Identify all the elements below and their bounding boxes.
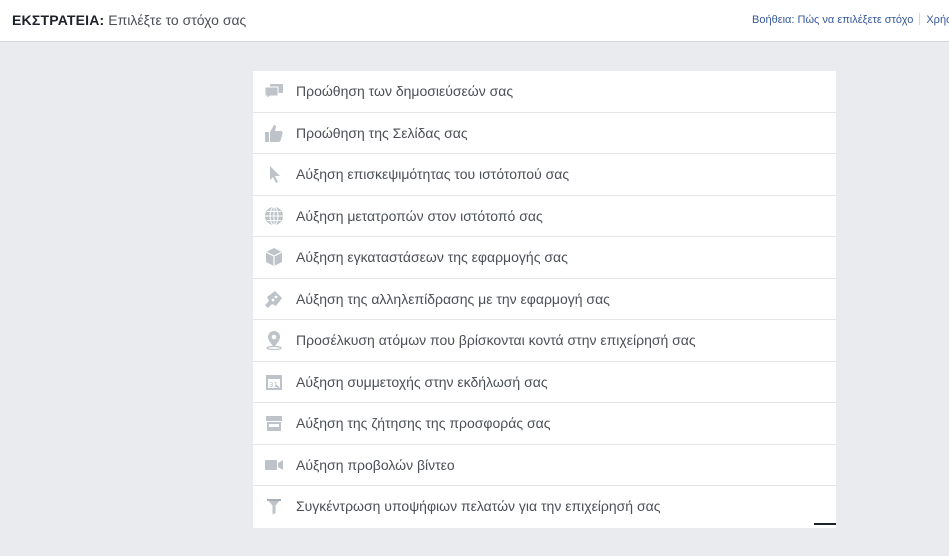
- top-links: Βοήθεια: Πώς να επιλέξετε στόχο Χρήσ: [752, 13, 949, 26]
- objective-label: Συγκέντρωση υποψήφιων πελατών για την επ…: [296, 498, 661, 514]
- funnel-icon: [264, 496, 284, 516]
- objective-label: Προώθηση της Σελίδας σας: [296, 124, 468, 141]
- thumbs-up-icon: [264, 123, 284, 143]
- objective-boost-posts[interactable]: Προώθηση των δημοσιεύσεών σας: [253, 71, 836, 113]
- objective-event-responses[interactable]: 31 Αύξηση συμμετοχής στην εκδήλωσή σας: [253, 362, 836, 403]
- objective-label: Αύξηση μετατροπών στον ιστότοπό σας: [296, 207, 543, 224]
- objective-lead-generation[interactable]: Συγκέντρωση υποψήφιων πελατών για την επ…: [253, 486, 836, 528]
- user-link[interactable]: Χρήσ: [926, 14, 949, 26]
- objective-video-views[interactable]: Αύξηση προβολών βίντεο: [253, 445, 836, 486]
- location-pin-icon: [264, 330, 284, 350]
- objective-subtitle: Επιλέξτε το στόχο σας: [108, 12, 247, 28]
- objective-app-engagement[interactable]: Αύξηση της αλληλεπίδρασης με την εφαρμογ…: [253, 279, 836, 320]
- objective-local-awareness[interactable]: Προσέλκυση ατόμων που βρίσκονται κοντά σ…: [253, 320, 836, 362]
- objective-app-installs[interactable]: Αύξηση εγκαταστάσεων της εφαρμογής σας: [253, 237, 836, 279]
- storefront-icon: [264, 413, 284, 433]
- help-link[interactable]: Βοήθεια: Πώς να επιλέξετε στόχο: [752, 14, 913, 26]
- objective-list: Προώθηση των δημοσιεύσεών σας Προώθηση τ…: [253, 71, 836, 528]
- objective-label: Αύξηση συμμετοχής στην εκδήλωσή σας: [296, 373, 548, 390]
- objective-label: Αύξηση της ζήτησης της προσφοράς σας: [296, 415, 551, 431]
- calendar-icon: 31: [264, 372, 284, 392]
- campaign-label: ΕΚΣΤΡΑΤΕΙΑ:: [12, 12, 105, 28]
- objective-promote-page[interactable]: Προώθηση της Σελίδας σας: [253, 113, 836, 154]
- scroll-indicator: [814, 523, 836, 525]
- video-camera-icon: [264, 455, 284, 475]
- page-title: ΕΚΣΤΡΑΤΕΙΑ: Επιλέξτε το στόχο σας: [12, 12, 246, 28]
- objective-label: Προσέλκυση ατόμων που βρίσκονται κοντά σ…: [296, 332, 696, 348]
- gamepad-icon: [264, 289, 284, 309]
- objective-website-conversions[interactable]: Αύξηση μετατροπών στον ιστότοπό σας: [253, 196, 836, 237]
- chat-bubbles-icon: [264, 81, 284, 101]
- objective-label: Αύξηση της αλληλεπίδρασης με την εφαρμογ…: [296, 290, 610, 307]
- objective-label: Αύξηση εγκαταστάσεων της εφαρμογής σας: [296, 249, 568, 265]
- cube-icon: [264, 247, 284, 267]
- top-bar: ΕΚΣΤΡΑΤΕΙΑ: Επιλέξτε το στόχο σας Βοήθει…: [0, 0, 949, 42]
- objective-label: Προώθηση των δημοσιεύσεών σας: [296, 83, 514, 99]
- cursor-icon: [264, 164, 284, 184]
- globe-icon: [264, 206, 284, 226]
- objective-offer-claims[interactable]: Αύξηση της ζήτησης της προσφοράς σας: [253, 403, 836, 445]
- objective-label: Αύξηση επισκεψιμότητας του ιστότοπού σας: [296, 166, 570, 182]
- objective-label: Αύξηση προβολών βίντεο: [296, 456, 455, 473]
- objective-website-traffic[interactable]: Αύξηση επισκεψιμότητας του ιστότοπού σας: [253, 154, 836, 196]
- link-divider: [919, 13, 921, 25]
